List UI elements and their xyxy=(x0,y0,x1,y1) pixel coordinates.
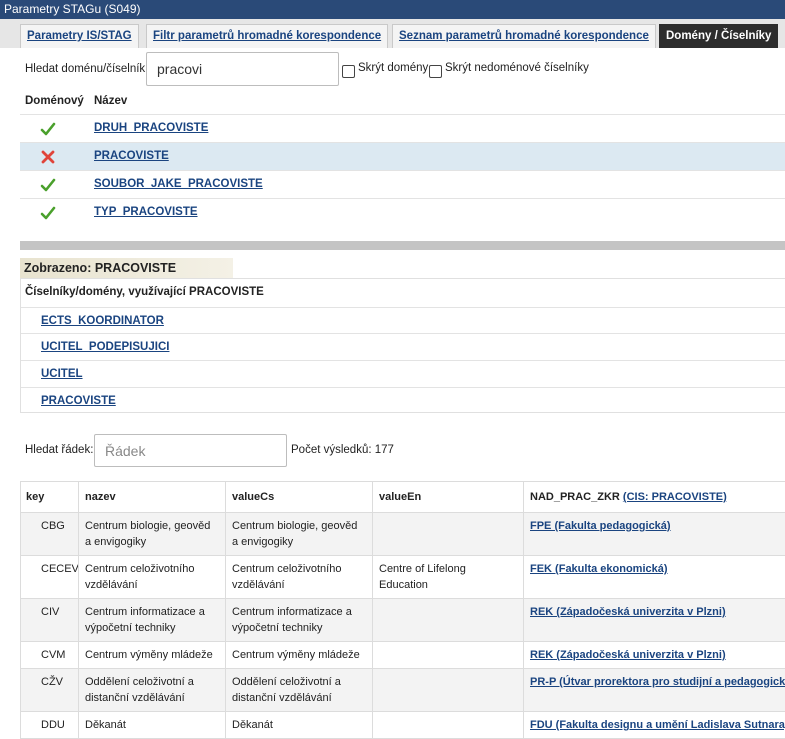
row-search-label: Hledat řádek: xyxy=(25,444,93,456)
hide-domains-label: Skrýt domény xyxy=(358,62,428,74)
panel-splitter[interactable] xyxy=(20,241,785,250)
tab-domeny-ciselniky[interactable]: Domény / Číselníky xyxy=(659,24,778,48)
domain-link[interactable]: PRACOVISTE xyxy=(94,150,169,162)
cell-valueen xyxy=(373,712,524,739)
usage-item[interactable]: ECTS_KOORDINATOR xyxy=(21,307,785,334)
cell-key: CBG xyxy=(21,513,79,556)
nad-link[interactable]: FDU (Fakulta designu a umění Ladislava S… xyxy=(530,719,785,731)
col-header-nad-prac-zkr[interactable]: NAD_PRAC_ZKR (CIS: PRACOVISTE) xyxy=(524,482,785,513)
usage-link[interactable]: PRACOVISTE xyxy=(41,395,116,407)
usage-link[interactable]: ECTS_KOORDINATOR xyxy=(41,315,164,327)
cell-nazev: Centrum informatizace a výpočetní techni… xyxy=(79,599,226,642)
cell-valuecs: Centrum celoživotního vzdělávání xyxy=(226,556,373,599)
table-row[interactable]: CVM Centrum výměny mládeže Centrum výměn… xyxy=(21,642,785,669)
col-header-valueen[interactable]: valueEn xyxy=(373,482,524,513)
cell-key: CVM xyxy=(21,642,79,669)
cell-valuecs: Centrum informatizace a výpočetní techni… xyxy=(226,599,373,642)
domain-search-input[interactable] xyxy=(146,52,339,86)
cell-nad: FDU (Fakulta designu a umění Ladislava S… xyxy=(524,712,785,739)
domain-link[interactable]: SOUBOR_JAKE_PRACOVISTE xyxy=(94,178,263,190)
table-row[interactable]: CŽV Oddělení celoživotní a distanční vzd… xyxy=(21,669,785,712)
results-table: key nazev valueCs valueEn NAD_PRAC_ZKR (… xyxy=(20,481,785,739)
cell-key: CECEV xyxy=(21,556,79,599)
domain-row[interactable]: SOUBOR_JAKE_PRACOVISTE xyxy=(20,170,785,198)
usage-header: Číselníky/domény, využívající PRACOVISTE xyxy=(25,286,264,298)
domain-search-label: Hledat doménu/číselník: xyxy=(25,63,148,75)
col-header-domain: Doménový xyxy=(25,95,84,107)
cell-nad: REK (Západočeská univerzita v Plzni) xyxy=(524,599,785,642)
domain-row-selected[interactable]: PRACOVISTE xyxy=(20,142,785,170)
usage-item[interactable]: UCITEL xyxy=(21,360,785,387)
hide-nondomain-checkbox[interactable] xyxy=(429,65,442,78)
domain-link[interactable]: TYP_PRACOVISTE xyxy=(94,206,198,218)
usage-panel: Číselníky/domény, využívající PRACOVISTE… xyxy=(20,278,785,413)
results-header-row: key nazev valueCs valueEn NAD_PRAC_ZKR (… xyxy=(21,482,785,513)
tab-parametry-is-stag[interactable]: Parametry IS/STAG xyxy=(20,24,139,48)
cell-key: CIV xyxy=(21,599,79,642)
cell-nad: PR-P (Útvar prorektora pro studijní a pe… xyxy=(524,669,785,712)
window-title: Parametry STAGu (S049) xyxy=(0,0,785,19)
table-row[interactable]: CBG Centrum biologie, geověd a envigogik… xyxy=(21,513,785,556)
cis-pracoviste-link[interactable]: (CIS: PRACOVISTE) xyxy=(623,491,727,503)
col-header-nazev[interactable]: nazev xyxy=(79,482,226,513)
cell-valueen xyxy=(373,599,524,642)
cell-nazev: Centrum celoživotního vzdělávání xyxy=(79,556,226,599)
domain-row[interactable]: DRUH_PRACOVISTE xyxy=(20,114,785,142)
col-header-name: Název xyxy=(94,95,127,107)
domain-row[interactable]: TYP_PRACOVISTE xyxy=(20,198,785,226)
hide-nondomain-label: Skrýt nedoménové číselníky xyxy=(445,62,589,74)
cell-valueen xyxy=(373,642,524,669)
domain-link[interactable]: DRUH_PRACOVISTE xyxy=(94,122,208,134)
row-search-input[interactable] xyxy=(94,434,287,467)
tab-bar: Parametry IS/STAG Filtr parametrů hromad… xyxy=(0,19,785,48)
cell-key: CŽV xyxy=(21,669,79,712)
shown-label: Zobrazeno: PRACOVISTE xyxy=(20,258,233,278)
cell-valueen xyxy=(373,513,524,556)
usage-item[interactable]: PRACOVISTE xyxy=(21,387,785,414)
usage-link[interactable]: UCITEL_PODEPISUJICI xyxy=(41,341,169,353)
cell-valuecs: Centrum biologie, geověd a envigogiky xyxy=(226,513,373,556)
cell-valueen: Centre of Lifelong Education xyxy=(373,556,524,599)
cell-nazev: Oddělení celoživotní a distanční vzděláv… xyxy=(79,669,226,712)
usage-link[interactable]: UCITEL xyxy=(41,368,83,380)
cell-valuecs: Centrum výměny mládeže xyxy=(226,642,373,669)
col-header-valuecs[interactable]: valueCs xyxy=(226,482,373,513)
nad-link[interactable]: FPE (Fakulta pedagogická) xyxy=(530,520,671,532)
cell-nazev: Centrum výměny mládeže xyxy=(79,642,226,669)
check-icon xyxy=(40,177,56,193)
hide-domains-checkbox[interactable] xyxy=(342,65,355,78)
cell-nad: FPE (Fakulta pedagogická) xyxy=(524,513,785,556)
cell-valuecs: Oddělení celoživotní a distanční vzděláv… xyxy=(226,669,373,712)
table-row[interactable]: CECEV Centrum celoživotního vzdělávání C… xyxy=(21,556,785,599)
cell-key: DDU xyxy=(21,712,79,739)
result-count: Počet výsledků: 177 xyxy=(291,444,394,456)
cell-nazev: Centrum biologie, geověd a envigogiky xyxy=(79,513,226,556)
cell-valuecs: Děkanát xyxy=(226,712,373,739)
nad-column-title: NAD_PRAC_ZKR xyxy=(530,491,620,503)
table-row[interactable]: DDU Děkanát Děkanát FDU (Fakulta designu… xyxy=(21,712,785,739)
cell-nad: FEK (Fakulta ekonomická) xyxy=(524,556,785,599)
tab-filtr-parametru[interactable]: Filtr parametrů hromadné korespondence xyxy=(146,24,388,48)
table-row[interactable]: CIV Centrum informatizace a výpočetní te… xyxy=(21,599,785,642)
nad-link[interactable]: REK (Západočeská univerzita v Plzni) xyxy=(530,606,726,618)
cell-valueen xyxy=(373,669,524,712)
cell-nazev: Děkanát xyxy=(79,712,226,739)
nad-link[interactable]: PR-P (Útvar prorektora pro studijní a pe… xyxy=(530,676,785,688)
check-icon xyxy=(40,121,56,137)
usage-item[interactable]: UCITEL_PODEPISUJICI xyxy=(21,333,785,360)
col-header-key[interactable]: key xyxy=(21,482,79,513)
cell-nad: REK (Západočeská univerzita v Plzni) xyxy=(524,642,785,669)
cross-icon xyxy=(40,149,56,165)
tab-seznam-parametru[interactable]: Seznam parametrů hromadné korespondence xyxy=(392,24,656,48)
check-icon xyxy=(40,205,56,221)
nad-link[interactable]: FEK (Fakulta ekonomická) xyxy=(530,563,668,575)
nad-link[interactable]: REK (Západočeská univerzita v Plzni) xyxy=(530,649,726,661)
